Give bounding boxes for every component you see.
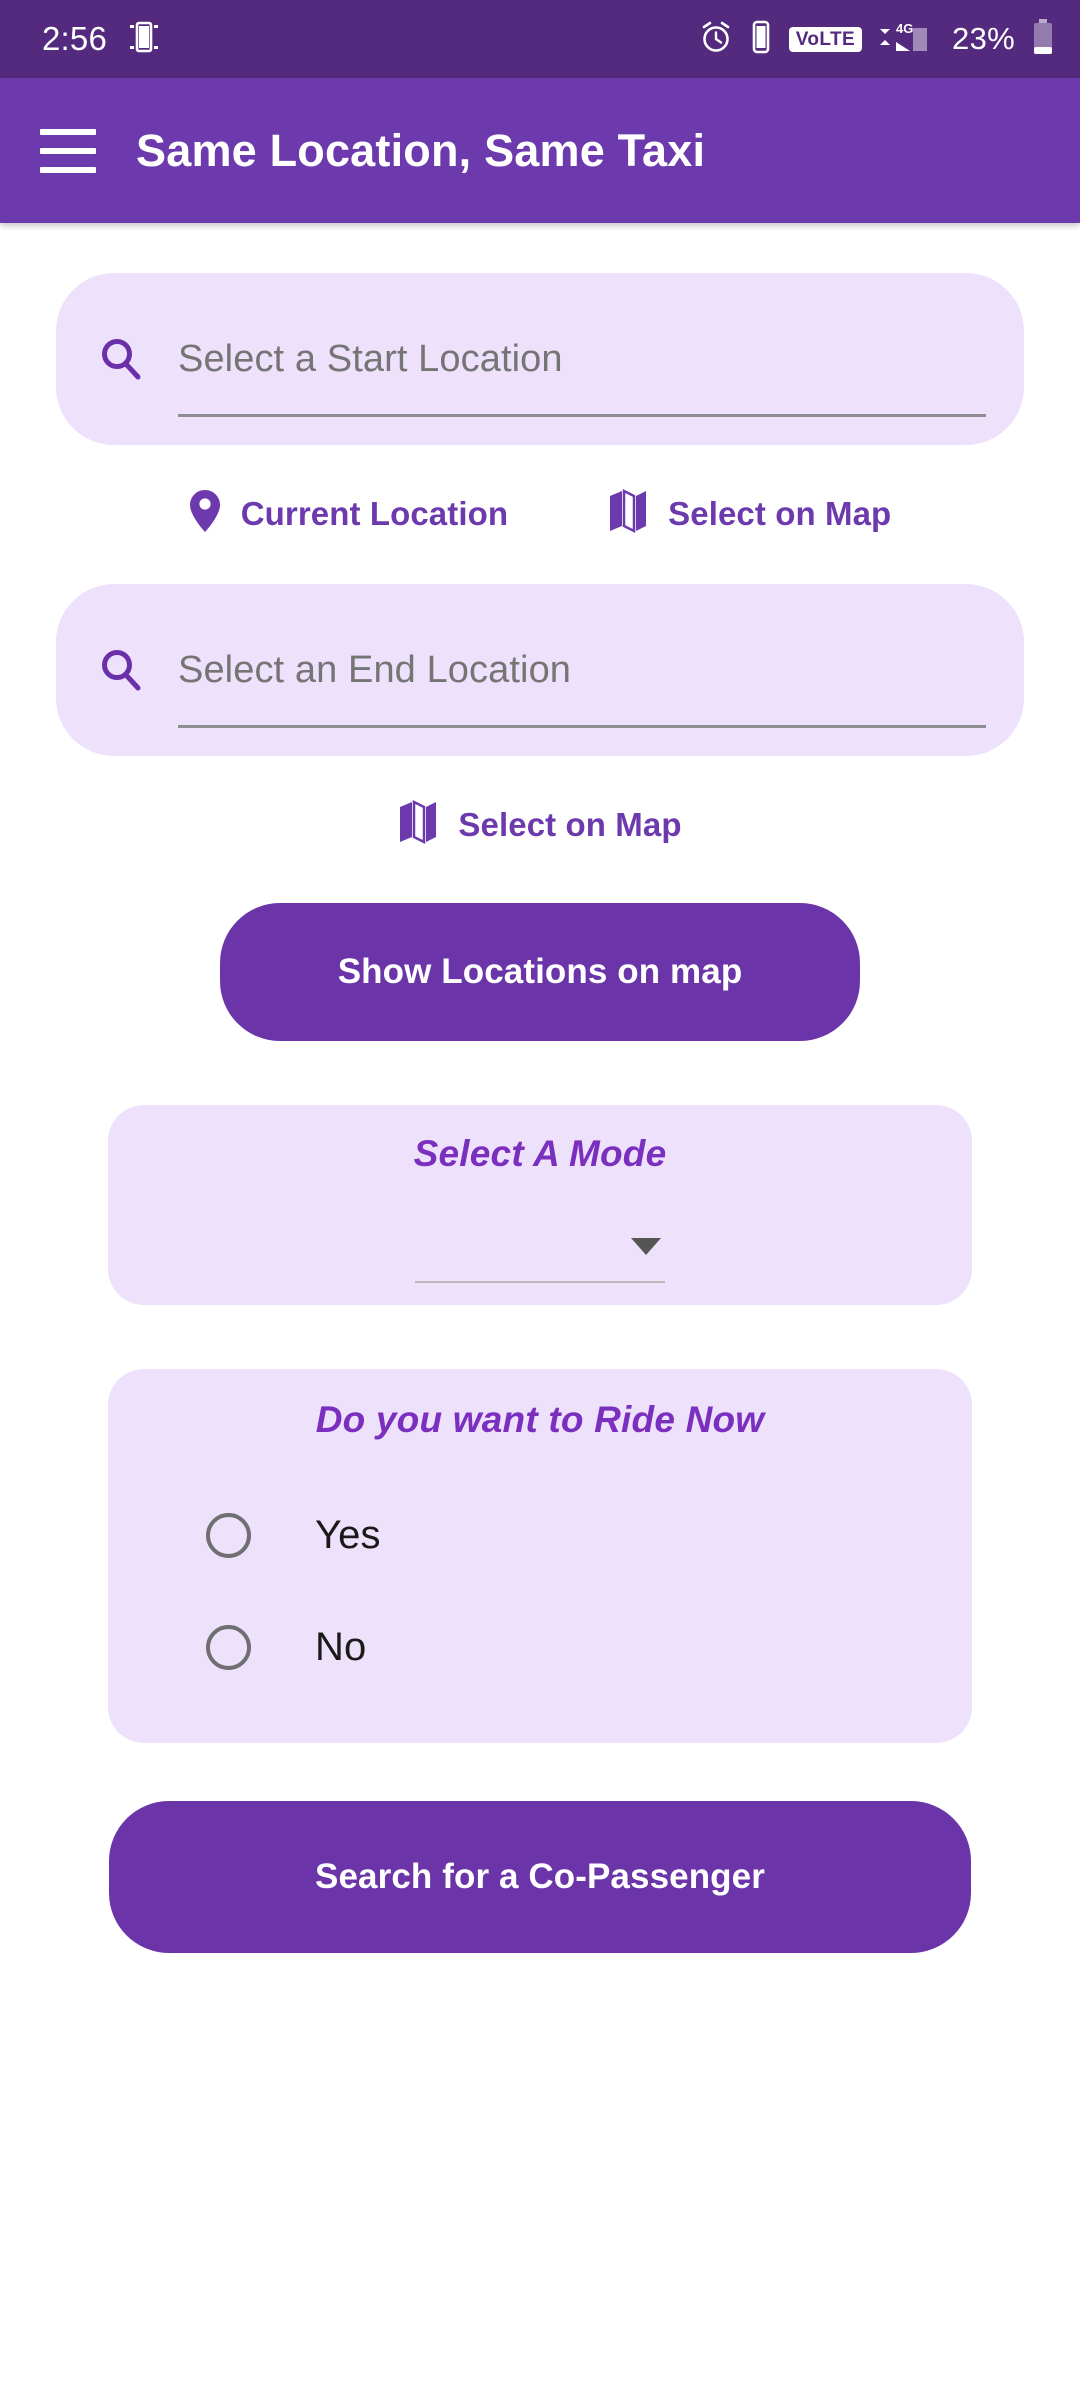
- end-location-placeholder: Select an End Location: [178, 648, 572, 691]
- radio-label-yes: Yes: [315, 1512, 381, 1557]
- ride-now-options: Yes No: [108, 1479, 972, 1703]
- ride-now-heading: Do you want to Ride Now: [315, 1399, 765, 1440]
- mode-dropdown[interactable]: [415, 1238, 665, 1283]
- radio-label-no: No: [315, 1624, 367, 1669]
- hamburger-bar: [40, 128, 96, 135]
- select-mode-heading: Select A Mode: [413, 1133, 667, 1174]
- volte-icon: VoLTE: [788, 26, 863, 52]
- radio-option-no[interactable]: No: [108, 1591, 972, 1703]
- select-mode-panel[interactable]: Select A Mode: [108, 1105, 972, 1305]
- end-location-field[interactable]: Select an End Location: [56, 584, 1024, 756]
- radio-option-yes[interactable]: Yes: [108, 1479, 972, 1591]
- start-location-input-wrap[interactable]: Select a Start Location: [178, 273, 986, 445]
- search-icon: [98, 336, 144, 382]
- battery-icon: [1032, 18, 1054, 60]
- start-location-actions: Current Location Select on Map: [0, 488, 1080, 538]
- screen-cast-icon: [129, 20, 159, 59]
- status-bar-left: 2:56: [42, 20, 159, 59]
- show-locations-on-map-button[interactable]: Show Locations on map: [220, 903, 860, 1041]
- map-icon: [398, 799, 438, 849]
- current-location-button[interactable]: Current Location: [189, 489, 508, 538]
- start-location-field[interactable]: Select a Start Location: [56, 273, 1024, 445]
- status-time: 2:56: [42, 20, 108, 57]
- vibrate-icon: [750, 20, 772, 59]
- hamburger-menu-icon[interactable]: [40, 128, 96, 173]
- current-location-label: Current Location: [240, 494, 509, 532]
- battery-percent-label: 23%: [952, 21, 1015, 56]
- status-bar: 2:56 VoLTE 4G 23%: [0, 0, 1080, 78]
- ride-now-panel: Do you want to Ride Now Yes No: [108, 1369, 972, 1743]
- main-content: Select a Start Location Current Location: [0, 223, 1080, 1953]
- chevron-down-icon: [631, 1238, 661, 1255]
- hamburger-bar: [40, 147, 96, 154]
- svg-text:4G: 4G: [896, 21, 913, 36]
- start-select-on-map-label: Select on Map: [668, 494, 892, 532]
- end-location-input-wrap[interactable]: Select an End Location: [178, 584, 986, 756]
- search-copassenger-button[interactable]: Search for a Co-Passenger: [109, 1801, 971, 1953]
- radio-circle-icon: [206, 1624, 251, 1670]
- signal-icon: 4G: [879, 20, 935, 59]
- end-select-on-map-button[interactable]: Select on Map: [398, 799, 682, 849]
- alarm-icon: [699, 20, 733, 59]
- location-pin-icon: [189, 489, 221, 538]
- end-location-actions: Select on Map: [0, 799, 1080, 849]
- mode-dropdown-underline: [415, 1281, 665, 1283]
- page-title: Same Location, Same Taxi: [136, 124, 706, 176]
- map-icon: [608, 488, 648, 538]
- hamburger-bar: [40, 166, 96, 173]
- search-icon: [98, 647, 144, 693]
- radio-circle-icon: [206, 1512, 251, 1558]
- start-location-placeholder: Select a Start Location: [178, 337, 563, 380]
- end-location-underline: [178, 725, 986, 728]
- start-select-on-map-button[interactable]: Select on Map: [608, 488, 892, 538]
- status-bar-right: VoLTE 4G 23%: [699, 18, 1054, 60]
- end-select-on-map-label: Select on Map: [458, 805, 682, 843]
- start-location-underline: [178, 414, 986, 417]
- app-bar: Same Location, Same Taxi: [0, 78, 1080, 223]
